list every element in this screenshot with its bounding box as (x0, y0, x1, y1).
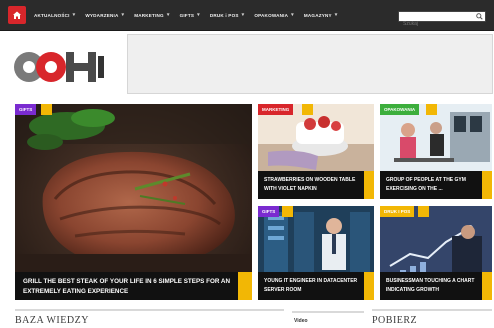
search-input[interactable] (399, 19, 473, 29)
caption-accent (364, 171, 374, 199)
article-tile-gym[interactable]: OPAKOWANIA GROUP OF PEOPLE AT THE GYM EX… (380, 104, 492, 199)
section-divider (15, 309, 284, 311)
article-caption[interactable]: GRILL THE BEST STEAK OF YOUR LIFE IN 6 S… (15, 272, 252, 300)
menu-item-gifts[interactable]: GIFTS ▾ (180, 12, 200, 18)
home-icon (13, 11, 21, 19)
category-badge[interactable]: MARKETING (258, 104, 294, 115)
article-tile-strawberries[interactable]: MARKETING STRAWBERRIES ON WOODEN TABLE W… (258, 104, 374, 199)
section-title-pobierz: POBIERZ (372, 315, 418, 326)
logo-letter-h (66, 52, 96, 82)
article-caption[interactable]: STRAWBERRIES ON WOODEN TABLE WITH VIOLET… (258, 171, 374, 199)
menu-item-opakowania[interactable]: OPAKOWANIA ▾ (254, 12, 294, 18)
article-tile-engineer[interactable]: GIFTS YOUNG IT ENGINEER IN DATACENTER SE… (258, 206, 374, 300)
steak-photo (15, 104, 252, 300)
logo-letter-o-red (36, 52, 66, 82)
chevron-down-icon: ▾ (241, 12, 245, 18)
category-badge[interactable]: DRUK i POS (380, 206, 415, 217)
chevron-down-icon: ▾ (72, 12, 76, 18)
menu-item-druk-pos[interactable]: DRUK i POS ▾ (210, 12, 245, 18)
main-menu: AKTUALNOŚCI ▾ WYDARZENIA ▾ MARKETING ▾ GIFT… (34, 0, 348, 30)
badge-corner-icon (41, 104, 52, 115)
category-badge[interactable]: GIFTS (15, 104, 37, 115)
badge-corner-icon (302, 104, 313, 115)
section-divider (292, 311, 364, 313)
caption-accent (482, 171, 492, 199)
search-box (398, 11, 486, 29)
search-icon[interactable] (476, 13, 483, 20)
article-caption[interactable]: GROUP OF PEOPLE AT THE GYM EXERCISING ON… (380, 171, 492, 199)
section-title-baza-wiedzy: BAZA WIEDZY (15, 315, 89, 326)
site-logo[interactable] (14, 46, 114, 90)
ad-banner[interactable] (127, 34, 493, 94)
chevron-down-icon: ▾ (334, 12, 338, 18)
section-title-video: Video (294, 318, 308, 324)
featured-article-steak[interactable]: GIFTS GRILL THE BEST STEAK OF YOUR LIFE … (15, 104, 252, 300)
article-caption[interactable]: YOUNG IT ENGINEER IN DATACENTER SERVER R… (258, 272, 374, 300)
menu-item-magazyny[interactable]: MAGAZYNY ▾ (304, 12, 338, 18)
chevron-down-icon: ▾ (197, 12, 200, 18)
top-navigation: AKTUALNOŚCI ▾ WYDARZENIA ▾ MARKETING ▾ GIFT… (0, 0, 494, 31)
home-button[interactable] (8, 6, 26, 24)
chevron-down-icon: ▾ (166, 12, 170, 18)
logo-tag (98, 56, 104, 78)
menu-item-aktualnosci[interactable]: AKTUALNOŚCI ▾ (34, 12, 75, 18)
menu-item-marketing[interactable]: MARKETING ▾ (134, 12, 169, 18)
badge-corner-icon (418, 206, 429, 217)
chevron-down-icon: ▾ (291, 12, 294, 18)
caption-accent (238, 272, 252, 300)
chevron-down-icon: ▾ (121, 12, 125, 18)
menu-item-wydarzenia[interactable]: WYDARZENIA ▾ (85, 12, 124, 18)
section-divider (372, 309, 492, 311)
article-caption[interactable]: BUSINESSMAN TOUCHING A CHART INDICATING … (380, 272, 492, 300)
caption-accent (482, 272, 492, 300)
caption-accent (364, 272, 374, 300)
article-tile-businessman[interactable]: DRUK i POS BUSINESSMAN TOUCHING A CHART … (380, 206, 492, 300)
badge-corner-icon (426, 104, 437, 115)
badge-corner-icon (282, 206, 293, 217)
category-badge[interactable]: OPAKOWANIA (380, 104, 420, 115)
category-badge[interactable]: GIFTS (258, 206, 280, 217)
